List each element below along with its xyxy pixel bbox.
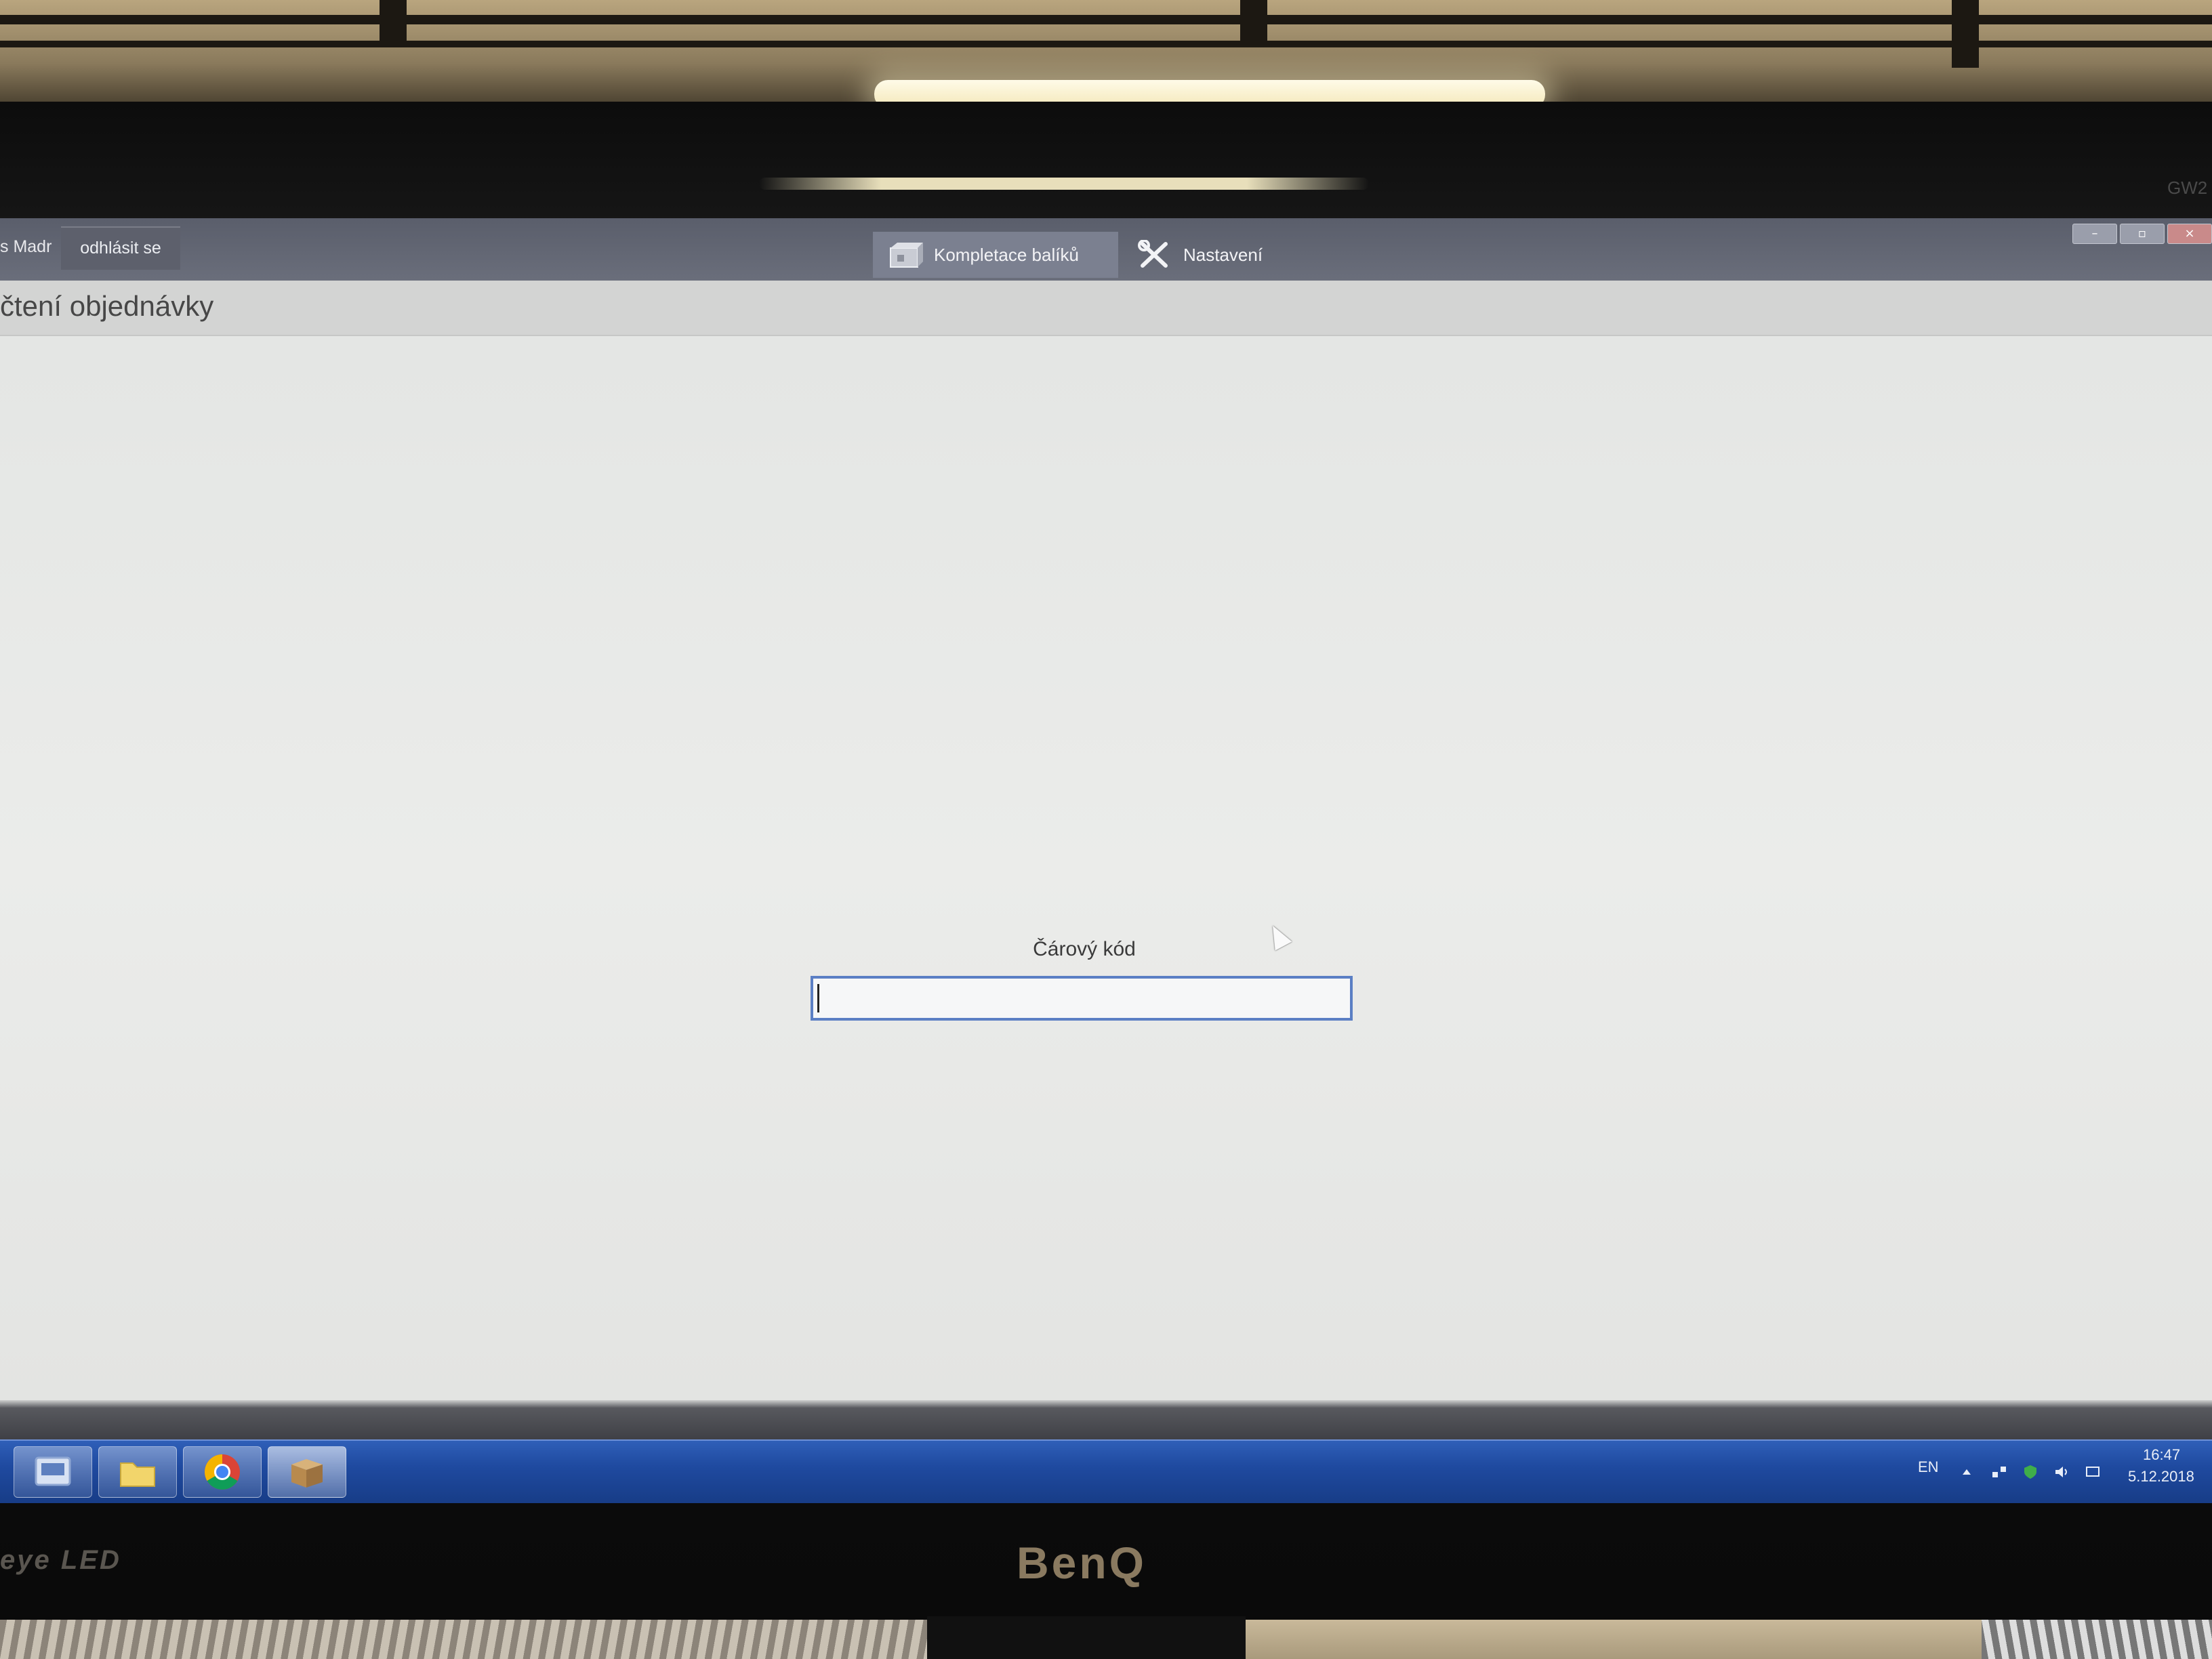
maximize-icon[interactable]: ▫: [2120, 224, 2165, 244]
language-indicator[interactable]: EN: [1918, 1458, 1939, 1476]
chrome-icon[interactable]: [183, 1446, 262, 1498]
file-explorer-icon[interactable]: [98, 1446, 177, 1498]
minimize-icon[interactable]: –: [2072, 224, 2117, 244]
ceiling: [0, 0, 2212, 115]
taskbar: EN 16:47 5.12.2018: [0, 1439, 2212, 1503]
barcode-input[interactable]: [811, 976, 1353, 1021]
monitor-brand-logo: BenQ: [1017, 1538, 1147, 1588]
screen: s Madr odhlásit se Kompletace balíků Nas…: [0, 218, 2212, 1503]
logout-button[interactable]: odhlásit se: [61, 226, 180, 270]
background-right: [1246, 1620, 2212, 1659]
monitor-stand: [927, 1616, 1246, 1659]
clock-date[interactable]: 5.12.2018: [2128, 1468, 2194, 1486]
ceiling-beam: [380, 0, 407, 41]
app-header: s Madr odhlásit se Kompletace balíků Nas…: [0, 218, 2212, 281]
tab-nastaveni[interactable]: Nastavení: [1132, 232, 1273, 278]
volume-icon[interactable]: [2053, 1464, 2070, 1480]
folder-icon: [120, 1462, 155, 1487]
ceiling-beam: [0, 41, 2212, 47]
tray-arrow-icon[interactable]: [1959, 1464, 1975, 1480]
tab-label: Nastavení: [1183, 244, 1263, 265]
network-icon[interactable]: [1991, 1464, 2007, 1480]
text-caret: [817, 984, 819, 1012]
radiator-grille: [1982, 1620, 2212, 1659]
mouse-cursor-icon: [1264, 921, 1292, 951]
bezel-reflection: [759, 178, 1369, 190]
page-title: čtení objednávky: [0, 290, 214, 322]
window-controls: – ▫ ×: [2072, 224, 2212, 244]
close-icon[interactable]: ×: [2167, 224, 2212, 244]
shield-icon[interactable]: [2022, 1464, 2039, 1480]
app-footer: [0, 1400, 2212, 1439]
background-left: [0, 1620, 927, 1659]
page-header: čtení objednávky: [0, 281, 2212, 336]
tools-icon: [1138, 240, 1168, 268]
package-app-icon[interactable]: [268, 1446, 346, 1498]
monitor-model: GW2: [2167, 178, 2208, 198]
ceiling-beam: [0, 15, 2212, 24]
monitor-series: eye LED: [0, 1545, 121, 1575]
tab-kompletace-baliku[interactable]: Kompletace balíků: [873, 232, 1118, 278]
start-orb-glyph: [35, 1456, 71, 1486]
clock-time[interactable]: 16:47: [2143, 1446, 2180, 1464]
tab-label: Kompletace balíků: [934, 244, 1079, 265]
main-content: Čárový kód: [0, 336, 2212, 1400]
box-glyph: [291, 1459, 323, 1488]
ceiling-beam: [1240, 0, 1267, 41]
ceiling-beam: [1952, 0, 1979, 68]
package-icon: [890, 243, 923, 268]
user-name: s Madr: [0, 237, 52, 256]
action-center-icon[interactable]: [2085, 1464, 2101, 1480]
start-orb-icon[interactable]: [14, 1446, 92, 1498]
chrome-logo: [205, 1454, 240, 1490]
barcode-label: Čárový kód: [1033, 938, 1136, 960]
